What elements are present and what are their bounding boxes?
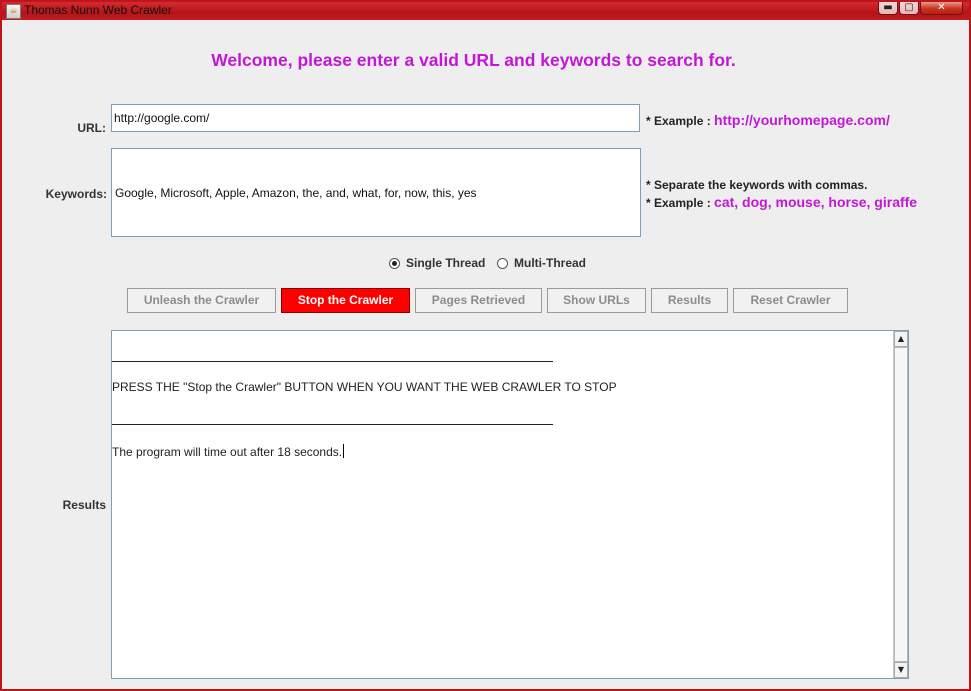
close-button[interactable]: ✕ [920,2,963,15]
radio-unselected-icon [497,257,508,269]
client-area: Welcome, please enter a valid URL and ke… [2,20,969,689]
results-timeout-text: The program will time out after 18 secon… [112,445,343,459]
results-line-stop-instruction: PRESS THE "Stop the Crawler" BUTTON WHEN… [112,380,617,394]
results-line-timeout: The program will time out after 18 secon… [112,444,345,459]
results-content[interactable]: PRESS THE "Stop the Crawler" BUTTON WHEN… [112,331,894,678]
keywords-input[interactable]: Google, Microsoft, Apple, Amazon, the, a… [111,148,641,237]
text-caret [343,444,345,458]
single-thread-radio[interactable]: Single Thread [389,256,485,270]
url-label: URL: [77,121,106,135]
stop-crawler-button[interactable]: Stop the Crawler [281,288,410,313]
show-urls-button[interactable]: Show URLs [547,288,646,313]
results-divider [112,361,553,362]
results-button[interactable]: Results [651,288,728,313]
results-label: Results [62,498,106,512]
multi-thread-radio[interactable]: Multi-Thread [497,256,586,270]
multi-thread-label: Multi-Thread [514,256,586,270]
results-scrollbar[interactable]: ▲ ▼ [893,331,908,678]
scroll-up-arrow-icon[interactable]: ▲ [894,331,908,347]
minimize-button[interactable]: ▬ [878,2,898,15]
keywords-example-note: * Example : cat, dog, mouse, horse, gira… [646,194,917,210]
keywords-note-prefix: * Example : [646,196,711,210]
app-window: ☕ Thomas Nunn Web Crawler ▬ ▢ ✕ Welcome,… [0,0,971,691]
url-example-note: * Example : http://yourhomepage.com/ [646,112,890,128]
window-title: Thomas Nunn Web Crawler [24,3,172,17]
scrollbar-thumb[interactable] [894,347,908,662]
java-app-icon: ☕ [6,4,21,19]
url-note-prefix: * Example : [646,114,711,128]
welcome-heading: Welcome, please enter a valid URL and ke… [211,50,736,70]
scroll-down-arrow-icon[interactable]: ▼ [894,662,908,678]
keywords-separator-note: * Separate the keywords with commas. [646,178,868,192]
keywords-note-example: cat, dog, mouse, horse, giraffe [714,194,918,210]
radio-selected-icon [389,257,400,269]
results-text-area[interactable]: PRESS THE "Stop the Crawler" BUTTON WHEN… [111,330,909,679]
url-input[interactable] [111,104,640,132]
url-note-example: http://yourhomepage.com/ [714,112,890,128]
keywords-label: Keywords: [45,187,107,201]
unleash-crawler-button[interactable]: Unleash the Crawler [127,288,276,313]
reset-crawler-button[interactable]: Reset Crawler [733,288,848,313]
pages-retrieved-button[interactable]: Pages Retrieved [415,288,542,313]
single-thread-label: Single Thread [406,256,486,270]
title-bar[interactable]: ☕ Thomas Nunn Web Crawler ▬ ▢ ✕ [2,2,969,20]
maximize-button[interactable]: ▢ [899,2,919,15]
results-divider [112,424,553,425]
